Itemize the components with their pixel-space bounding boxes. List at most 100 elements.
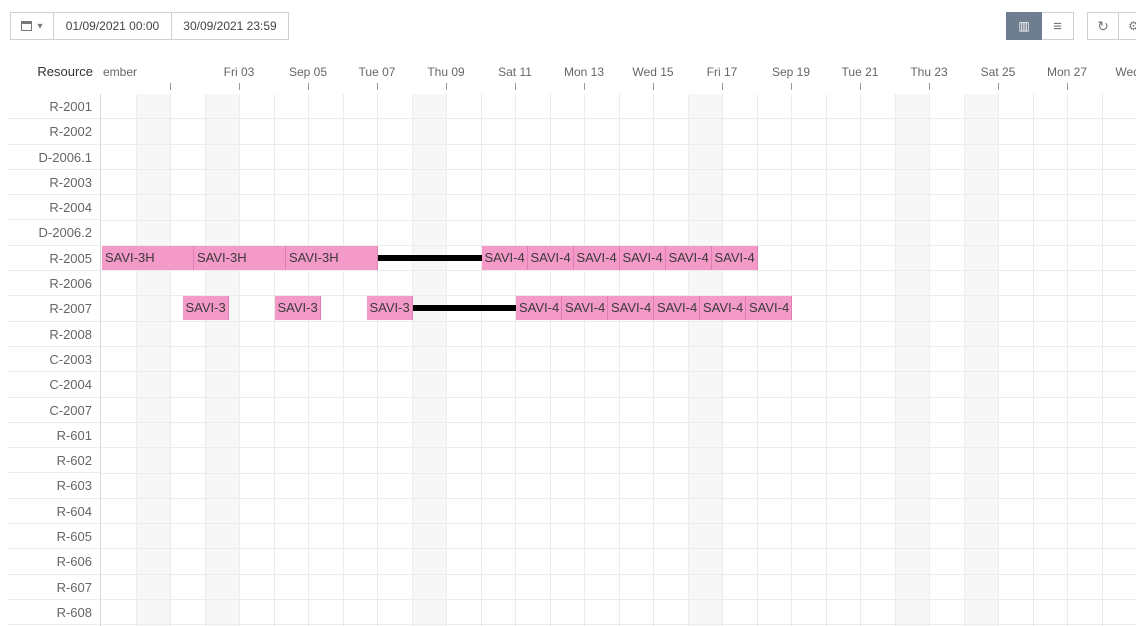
chart-view-button[interactable]: ▥: [1006, 12, 1042, 40]
resource-row-label: R-605: [8, 524, 100, 550]
timeline-tick-label: Thu 09: [427, 65, 465, 79]
task-bar[interactable]: SAVI-3: [274, 296, 321, 321]
task-bar[interactable]: SAVI-4: [562, 296, 608, 321]
timeline-tick-label: Wed 29: [1115, 65, 1136, 79]
task-bar[interactable]: SAVI-4: [619, 245, 666, 270]
row-divider: [102, 624, 1136, 626]
day-column: [1068, 94, 1103, 626]
bar-chart-icon: ▥: [1018, 19, 1030, 33]
resource-row-label: R-601: [8, 423, 100, 449]
start-date-field[interactable]: 01/09/2021 00:00: [54, 12, 172, 40]
resource-row-label: R-608: [8, 600, 100, 626]
task-bar[interactable]: SAVI-3: [366, 296, 413, 321]
day-column: [723, 94, 758, 626]
settings-button[interactable]: ⚙: [1119, 12, 1136, 40]
resource-row-label: R-602: [8, 448, 100, 474]
day-column: [688, 94, 723, 626]
resource-row-label: R-2003: [8, 170, 100, 196]
timeline-tick-mark: [170, 83, 171, 90]
calendar-dropdown-button[interactable]: ▾: [10, 12, 54, 40]
timeline-tick-mark: [791, 83, 792, 90]
dependency-link[interactable]: [378, 254, 482, 261]
dependency-link[interactable]: [412, 305, 516, 312]
resource-row-label: C-2007: [8, 398, 100, 423]
timeline-tick-mark: [515, 83, 516, 90]
timeline-header: ember Fri 03 Sep 05 Tue 07 Thu 09 Sat 11 Mon 1…: [102, 48, 1136, 94]
resource-row-label: R-607: [8, 575, 100, 600]
day-column: [551, 94, 585, 626]
row-divider: [102, 118, 1136, 120]
resource-row-label: R-2008: [8, 322, 100, 347]
list-view-button[interactable]: ≡: [1042, 12, 1074, 40]
timeline-tick-mark: [239, 83, 240, 90]
resource-row-label: R-2001: [8, 94, 100, 120]
day-column: [999, 94, 1034, 626]
day-column: [758, 94, 792, 626]
day-column: [412, 94, 447, 626]
resource-row-label: R-2006: [8, 271, 100, 297]
task-bar[interactable]: SAVI-4: [481, 245, 528, 270]
row-divider: [102, 396, 1136, 398]
timeline-tick-label: Mon 13: [563, 65, 605, 79]
day-column: [930, 94, 965, 626]
calendar-icon: [21, 21, 33, 31]
day-column: [964, 94, 999, 626]
task-bar[interactable]: SAVI-3H: [102, 245, 194, 270]
resource-row-label: R-603: [8, 473, 100, 499]
day-column: [136, 94, 171, 626]
timeline-tick-label: Thu 23: [910, 65, 948, 79]
day-column: [102, 94, 137, 626]
row-divider: [102, 472, 1136, 474]
day-column: [1034, 94, 1068, 626]
task-bar[interactable]: SAVI-4: [608, 296, 654, 321]
timeline-tick-mark: [929, 83, 930, 90]
day-column: [792, 94, 827, 626]
task-bar[interactable]: SAVI-3: [182, 296, 229, 321]
day-column: [1103, 94, 1136, 626]
day-column: [171, 94, 206, 626]
day-column: [827, 94, 861, 626]
task-bar[interactable]: SAVI-4: [711, 245, 758, 270]
gear-icon: ⚙: [1128, 19, 1136, 33]
day-column: [309, 94, 344, 626]
resource-row-label: R-2004: [8, 195, 100, 221]
task-bar[interactable]: SAVI-4: [654, 296, 700, 321]
refresh-button[interactable]: ↻: [1087, 12, 1119, 40]
timeline-tick-mark: [998, 83, 999, 90]
row-divider: [102, 599, 1136, 600]
timeline-tick-mark: [446, 83, 447, 90]
resource-row-label: R-2002: [8, 119, 100, 145]
task-bar[interactable]: SAVI-4: [700, 296, 746, 321]
resource-row-label: R-604: [8, 499, 100, 525]
resource-row-label: R-606: [8, 549, 100, 575]
task-bar[interactable]: SAVI-4: [516, 296, 562, 321]
row-divider: [102, 168, 1136, 170]
day-column: [516, 94, 551, 626]
task-bar[interactable]: SAVI-4: [746, 296, 792, 321]
row-divider: [102, 371, 1136, 373]
row-divider: [102, 573, 1136, 575]
row-divider: [102, 320, 1136, 322]
row-divider: [102, 194, 1136, 196]
task-bar[interactable]: SAVI-3H: [286, 245, 378, 270]
day-column: [344, 94, 378, 626]
timeline-tick-mark: [584, 83, 585, 90]
task-bar[interactable]: SAVI-4: [573, 245, 620, 270]
row-divider: [102, 548, 1136, 550]
timeline-tick-label: Tue 07: [358, 65, 396, 79]
timeline-tick-label: Sat 25: [980, 65, 1016, 79]
schedule-grid[interactable]: SAVI-3H SAVI-3H SAVI-3H SAVI-4 SAVI-4 SAVI-4 S…: [102, 94, 1136, 626]
task-bar[interactable]: SAVI-4: [527, 245, 574, 270]
row-divider: [102, 447, 1136, 449]
row-divider: [102, 497, 1136, 499]
end-date-field[interactable]: 30/09/2021 23:59: [172, 12, 289, 40]
list-icon: ≡: [1053, 17, 1062, 35]
timeline-tick-label: Mon 27: [1046, 65, 1088, 79]
day-column: [240, 94, 275, 626]
resource-row-label: C-2003: [8, 347, 100, 373]
day-column: [585, 94, 620, 626]
task-bar[interactable]: SAVI-3H: [194, 245, 286, 270]
timeline-tick-label: Sep 05: [288, 65, 328, 79]
scheduler: Resource R-2001 R-2002 D-2006.1 R-2003 R-200…: [8, 48, 1136, 626]
task-bar[interactable]: SAVI-4: [665, 245, 712, 270]
